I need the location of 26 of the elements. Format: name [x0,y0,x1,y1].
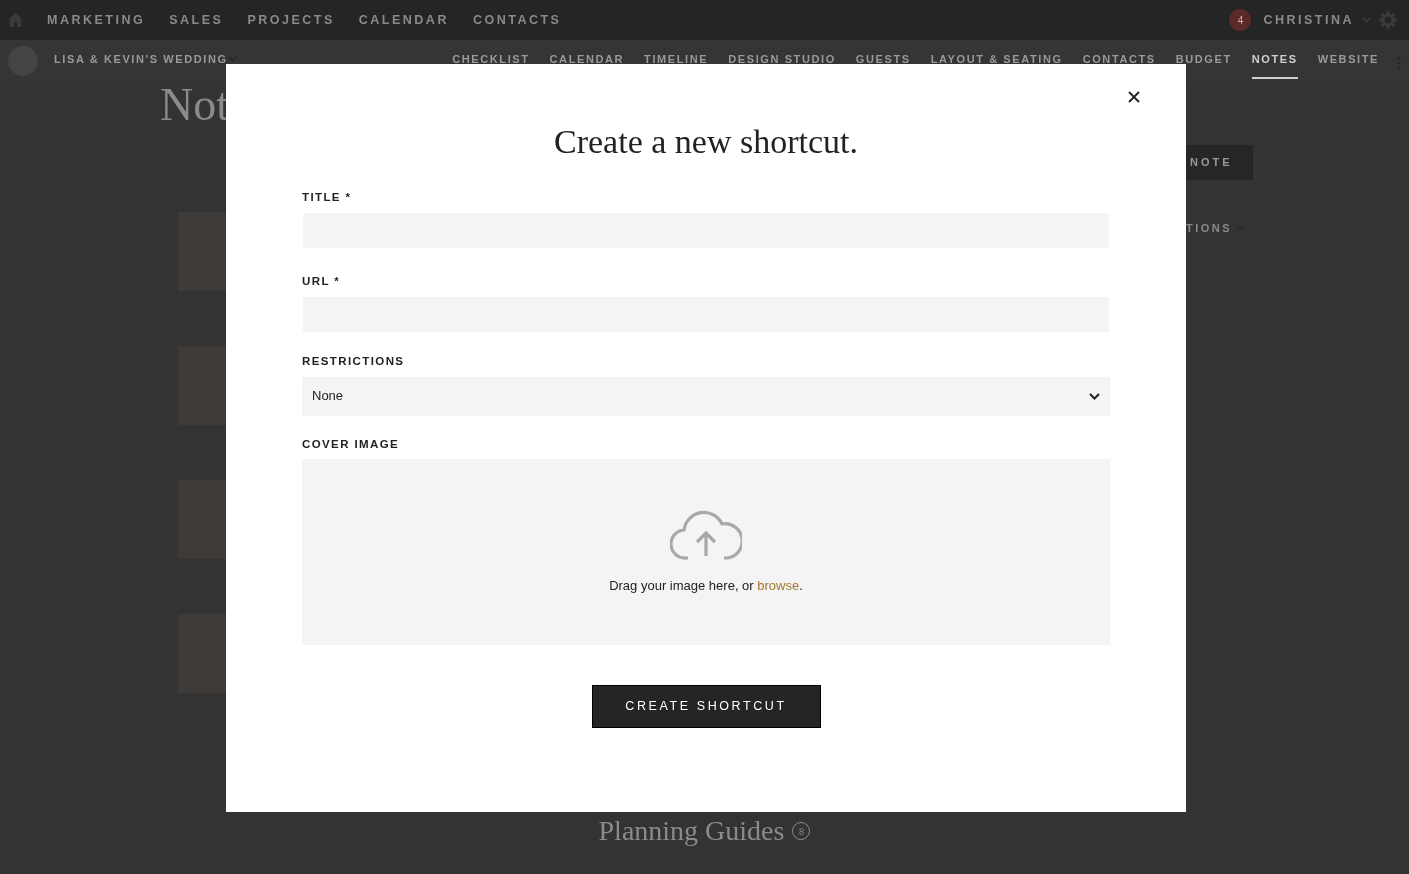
upload-dropzone[interactable]: Drag your image here, or browse. [302,458,1110,645]
create-shortcut-button[interactable]: CREATE SHORTCUT [591,684,821,728]
nav-link[interactable]: CALENDAR [358,10,449,30]
nav-link[interactable]: PROJECTS [247,10,335,30]
nav-tab[interactable]: NOTES [1251,54,1298,79]
cloud-upload-icon [670,508,742,561]
modal-title: Create a new shortcut. [553,122,859,162]
page-title: Not [160,82,229,128]
notification-badge: 4 [1229,9,1252,31]
field-label: COVER IMAGE [302,436,401,452]
field-label: TITLE * [302,189,353,205]
nav-tab[interactable]: WEBSITE [1317,54,1379,79]
restrictions-select[interactable]: None [302,376,1110,416]
field-label: URL * [302,274,342,290]
section-title: Planning Guides [598,814,785,848]
user-menu[interactable]: CHRISTINA [1263,10,1354,30]
upload-instructions: Drag your image here, or browse. [609,577,803,596]
chevron-down-icon [1089,392,1100,400]
nav-link[interactable]: MARKETING [47,10,146,30]
close-icon [1128,90,1140,103]
new-note-button[interactable]: NOTE [1186,145,1253,180]
nav-link[interactable]: SALES [169,10,224,30]
project-selector[interactable]: LISA & KEVIN'S WEDDING [54,54,228,65]
filter-menu[interactable]: TIONS [1186,219,1233,236]
nav-link[interactable]: CONTACTS [472,10,562,30]
field-label: RESTRICTIONS [302,354,406,370]
